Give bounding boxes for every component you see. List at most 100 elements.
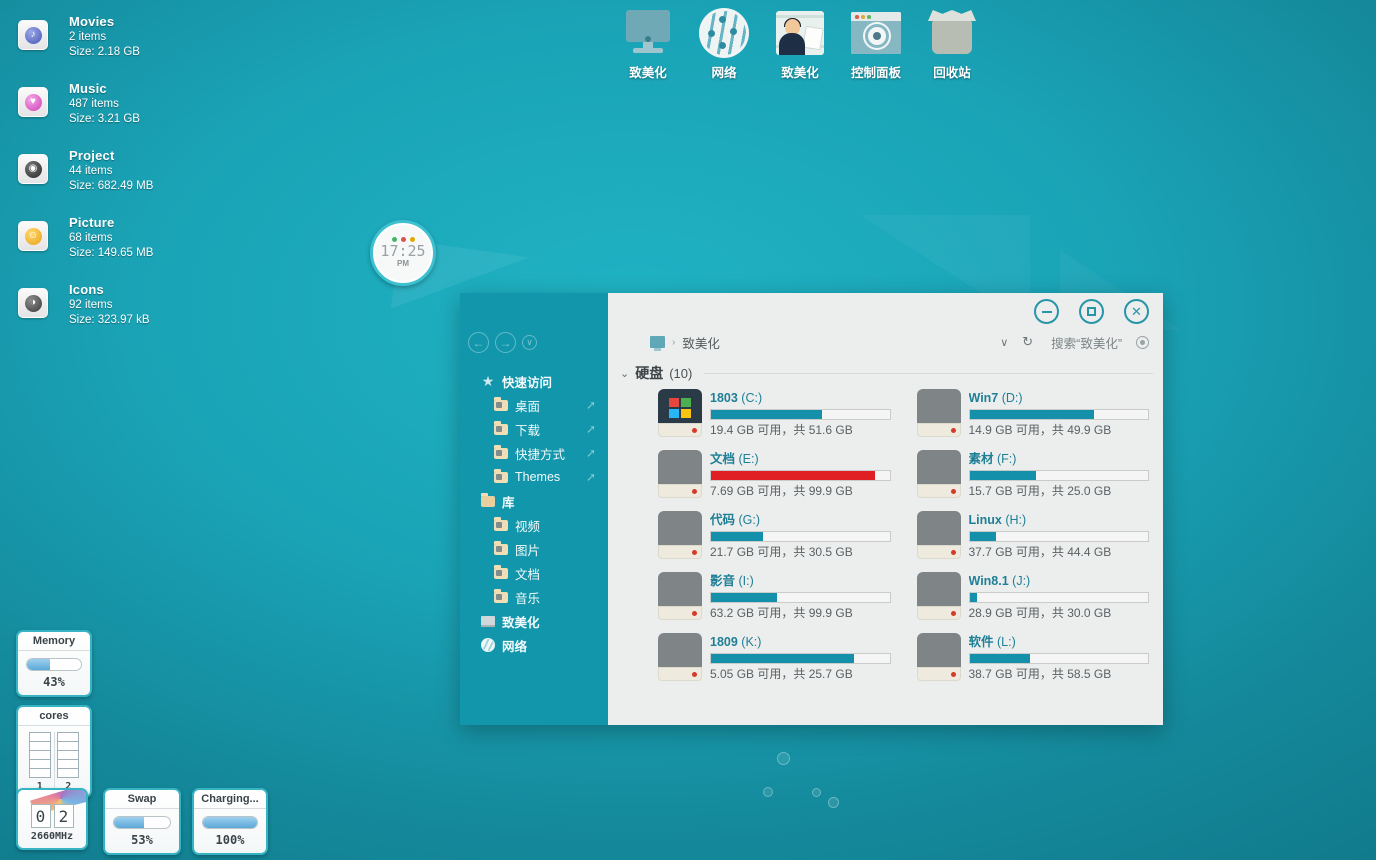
desktop-folder-item[interactable]: ☺ Picture 68 items Size: 149.65 MB	[14, 209, 244, 276]
sidebar-item-label: 快速访问	[502, 375, 553, 390]
sidebar-item-label: 快捷方式	[515, 447, 566, 462]
drive-item[interactable]: Win8.1 (J:) 28.9 GB 可用，共 30.0 GB	[916, 572, 1149, 621]
desktop-folder-size: Size: 323.97 kB	[69, 314, 150, 326]
desktop-folder-item[interactable]: ♪ Movies 2 items Size: 2.18 GB	[14, 8, 244, 75]
drive-usage-bar	[968, 653, 1149, 664]
battery-widget-title: Charging...	[194, 790, 266, 809]
drive-item[interactable]: Win7 (D:) 14.9 GB 可用，共 49.9 GB	[916, 389, 1149, 438]
sidebar-item[interactable]: 快捷方式 ➚	[460, 441, 608, 465]
project-folder-icon: ◉	[18, 154, 48, 184]
drive-item[interactable]: 素材 (F:) 15.7 GB 可用，共 25.0 GB	[916, 450, 1149, 499]
wallpaper-bubble	[812, 788, 821, 797]
sidebar-item[interactable]: ★ 快速访问	[460, 369, 608, 393]
drive-item[interactable]: 影音 (I:) 63.2 GB 可用，共 99.9 GB	[658, 572, 891, 621]
refresh-icon[interactable]: ↻	[1022, 334, 1033, 350]
network-globe-icon	[697, 6, 751, 60]
clock-widget[interactable]: 17:25 PM	[370, 220, 436, 286]
pin-icon[interactable]: ➚	[586, 398, 596, 412]
desktop-icon-label: 控制面板	[850, 66, 901, 80]
chevron-down-icon[interactable]: ⌄	[620, 367, 629, 380]
desktop-folder-text: Movies 2 items Size: 2.18 GB	[69, 14, 140, 60]
drive-name: 影音 (I:)	[710, 574, 754, 588]
recent-locations-button[interactable]: ∨	[522, 335, 537, 350]
wallpaper-bubble	[763, 787, 773, 797]
file-explorer-window[interactable]: ← → ∨ ★ 快速访问 桌面 ➚ 下载 ➚ 快捷方式 ➚ Themes ➚ 库视频图片文档 音乐 致美…	[460, 293, 1163, 725]
drive-capacity-text: 21.7 GB 可用，共 30.5 GB	[710, 545, 853, 559]
breadcrumb-separator: ›	[672, 336, 676, 348]
clock-time: 17:25	[380, 242, 426, 260]
close-button[interactable]: ✕	[1124, 299, 1149, 324]
swap-widget[interactable]: Swap 53%	[103, 788, 181, 855]
sidebar-item[interactable]: 库	[460, 489, 608, 513]
drive-item[interactable]: Linux (H:) 37.7 GB 可用，共 44.4 GB	[916, 511, 1149, 560]
search-icon[interactable]	[1136, 335, 1149, 349]
desktop-folder-name: Picture	[69, 215, 115, 230]
back-button[interactable]: ←	[468, 332, 489, 353]
sidebar-item[interactable]: 图片	[460, 537, 608, 561]
desktop-folder-size: Size: 149.65 MB	[69, 247, 154, 259]
drive-icon	[916, 572, 961, 620]
desktop-folder-item[interactable]: ♥ Music 487 items Size: 3.21 GB	[14, 75, 244, 142]
drive-name: 文档 (E:)	[710, 452, 759, 466]
sidebar-item[interactable]: Themes ➚	[460, 465, 608, 489]
group-title: 硬盘	[635, 365, 664, 381]
desktop-icon-label: 致美化	[629, 66, 667, 80]
sidebar-item[interactable]: 下载 ➚	[460, 417, 608, 441]
drive-item[interactable]: 软件 (L:) 38.7 GB 可用，共 58.5 GB	[916, 633, 1149, 682]
sidebar-item[interactable]: 桌面 ➚	[460, 393, 608, 417]
pin-icon[interactable]: ➚	[586, 470, 596, 484]
cpu-load-digits: 0 2	[18, 790, 86, 828]
drive-item[interactable]: 1809 (K:) 5.05 GB 可用，共 25.7 GB	[658, 633, 891, 682]
sidebar-item[interactable]: 音乐	[460, 585, 608, 609]
sidebar-item[interactable]: 致美化	[460, 609, 608, 633]
sidebar-item[interactable]: 视频	[460, 513, 608, 537]
cpu-frequency-widget[interactable]: 0 2 2660MHz	[16, 788, 88, 850]
pin-icon[interactable]: ➚	[586, 422, 596, 436]
desktop-folder-text: Icons 92 items Size: 323.97 kB	[69, 282, 150, 328]
desktop-icon-row: 致美化 网络 致美化 控制面板 回收站	[610, 6, 990, 81]
desktop-icon-network[interactable]: 网络	[686, 6, 762, 81]
sidebar-item[interactable]: 网络	[460, 633, 608, 657]
drives-group-header[interactable]: ⌄ 硬盘 (10)	[620, 363, 1153, 383]
drive-item[interactable]: 文档 (E:) 7.69 GB 可用，共 99.9 GB	[658, 450, 891, 499]
sidebar-item-label: 图片	[515, 543, 541, 558]
window-controls: ✕	[1034, 299, 1149, 324]
forward-button[interactable]: →	[495, 332, 516, 353]
core-1-meter	[28, 732, 51, 778]
drive-item[interactable]: 1803 (C:) 19.4 GB 可用，共 51.6 GB	[658, 389, 891, 438]
maximize-button[interactable]	[1079, 299, 1104, 324]
drive-item[interactable]: 代码 (G:) 21.7 GB 可用，共 30.5 GB	[658, 511, 891, 560]
address-bar[interactable]: › 致美化 ∨ ↻ 搜索“致美化”	[608, 329, 1163, 355]
drive-usage-bar	[710, 531, 891, 542]
desktop-folder-count: 44 items	[69, 165, 113, 177]
desktop-icon-control-panel[interactable]: 控制面板	[838, 6, 914, 81]
chevron-down-icon[interactable]: ∨	[1000, 336, 1008, 349]
desktop-icon-computer[interactable]: 致美化	[610, 6, 686, 81]
drive-capacity-text: 5.05 GB 可用，共 25.7 GB	[710, 667, 853, 681]
drive-name: 1809 (K:)	[710, 635, 762, 649]
sidebar-item-label: Themes	[515, 470, 561, 484]
sidebar-item[interactable]: 文档	[460, 561, 608, 585]
battery-widget[interactable]: Charging... 100%	[192, 788, 268, 855]
desktop-folder-count: 68 items	[69, 232, 113, 244]
drive-info: 文档 (E:) 7.69 GB 可用，共 99.9 GB	[710, 450, 891, 499]
battery-level-bar	[202, 816, 258, 829]
drive-usage-bar	[968, 592, 1149, 603]
desktop-folder-item[interactable]: ◑ Icons 92 items Size: 323.97 kB	[14, 276, 244, 343]
drive-usage-bar	[710, 470, 891, 481]
core-1: 1	[26, 732, 54, 792]
drive-icon	[658, 572, 702, 620]
desktop-folder-count: 487 items	[69, 98, 119, 110]
pin-icon[interactable]: ➚	[586, 446, 596, 460]
desktop-icon-user[interactable]: 致美化	[762, 6, 838, 81]
sidebar-item-label: 库	[502, 495, 515, 510]
desktop-icon-recycle-bin[interactable]: 回收站	[914, 6, 990, 81]
drive-list: 1803 (C:) 19.4 GB 可用，共 51.6 GB Win7 (D:) 14…	[658, 389, 1149, 682]
cores-widget[interactable]: cores 1 2	[16, 705, 92, 798]
memory-widget[interactable]: Memory 43%	[16, 630, 92, 697]
desktop-folder-text: Project 44 items Size: 682.49 MB	[69, 148, 153, 194]
minimize-button[interactable]	[1034, 299, 1059, 324]
desktop-folder-count: 2 items	[69, 31, 107, 43]
desktop-folder-item[interactable]: ◉ Project 44 items Size: 682.49 MB	[14, 142, 244, 209]
search-input[interactable]: 搜索“致美化”	[1051, 333, 1122, 352]
